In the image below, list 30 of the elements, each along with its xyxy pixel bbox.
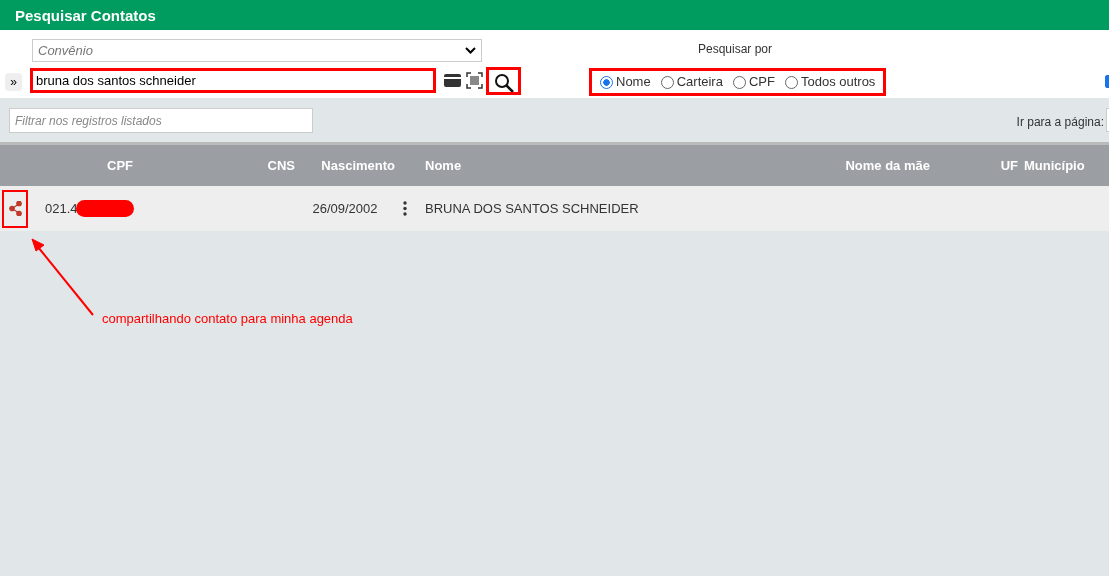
column-header: CPF	[107, 156, 133, 175]
convenio-select[interactable]: Convênio	[32, 39, 482, 62]
expand-button[interactable]: »	[5, 73, 22, 91]
share-icon	[8, 201, 22, 216]
radio-option[interactable]: CPF	[732, 72, 775, 92]
search-field[interactable]: bruna dos santos schneider	[31, 69, 435, 92]
share-button[interactable]	[2, 189, 28, 228]
column-header: UF	[1000, 156, 1018, 175]
radio-option[interactable]: Nome	[600, 72, 651, 92]
chevron-down-icon	[465, 47, 476, 54]
column-header: Nome da mãe	[845, 156, 930, 175]
search-icon	[493, 72, 514, 93]
qr-scan-icon[interactable]	[466, 72, 483, 89]
column-header: Nome	[425, 156, 462, 175]
page-title: Pesquisar Contatos	[15, 6, 156, 26]
annotation-text: compartilhando contato para minha agenda	[102, 310, 353, 328]
column-header: Município	[1024, 156, 1085, 175]
page-jump-label: Ir para a página:	[1016, 114, 1104, 131]
column-header: CNS	[267, 156, 295, 175]
column-header: Nascimento	[321, 156, 395, 175]
search-button[interactable]	[486, 67, 521, 95]
radio-option[interactable]: Todos outros	[784, 72, 876, 92]
table-cell-text: 26/09/2002	[312, 199, 378, 218]
radio-option[interactable]: Carteira	[660, 72, 723, 92]
filter-field[interactable]: Filtrar nos registros listados	[9, 108, 313, 133]
card-icon[interactable]	[444, 74, 461, 87]
cpf-text: 021.4	[45, 199, 78, 218]
more-options-icon[interactable]	[403, 201, 407, 216]
search-by-label: Pesquisar por	[698, 41, 773, 58]
table-cell-text: BRUNA DOS SANTOS SCHNEIDER	[425, 199, 639, 218]
